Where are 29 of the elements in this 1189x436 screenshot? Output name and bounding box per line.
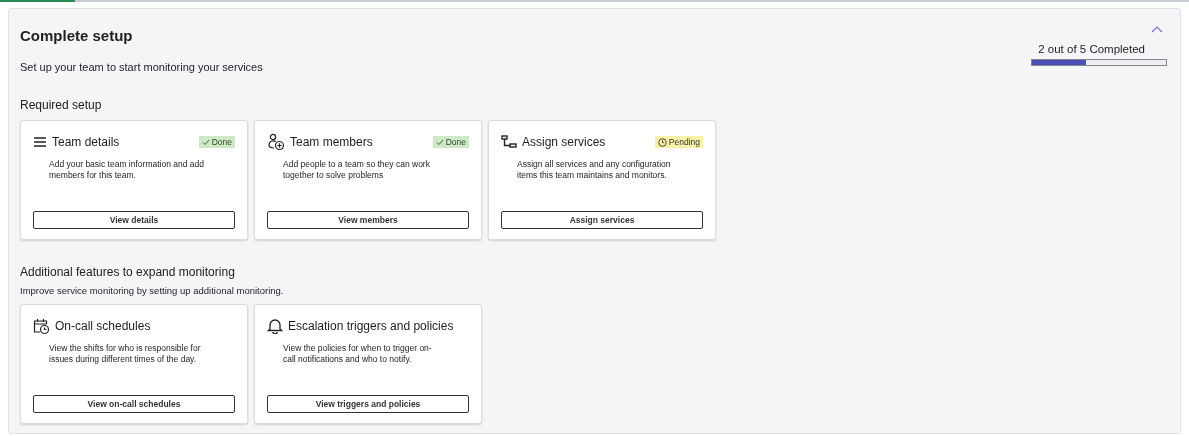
section-title: Required setup xyxy=(20,98,103,112)
progress-label: 2 out of 5 Completed xyxy=(1038,43,1145,55)
section-title: Additional features to expand monitoring xyxy=(20,265,236,279)
card-button[interactable]: Assign services xyxy=(501,211,703,229)
section-description: Improve service monitoring by setting up additional monitoring. xyxy=(20,285,285,296)
card-description: View the shifts for who is responsible for issues during different times of the day. xyxy=(49,343,202,366)
status-badge: Done xyxy=(198,136,235,148)
card-title: Assign services xyxy=(522,135,607,149)
panel-subtitle: Set up your team to start monitoring your services xyxy=(20,61,263,73)
card-button[interactable]: View members xyxy=(267,211,469,229)
card-button[interactable]: View triggers and policies xyxy=(267,395,469,413)
person-add-icon xyxy=(267,133,285,151)
card-title: Team details xyxy=(52,135,121,149)
status-badge: Pending xyxy=(654,136,703,148)
card-button[interactable]: View details xyxy=(33,211,235,229)
menu-icon xyxy=(33,135,47,149)
card-title: Escalation triggers and policies xyxy=(288,319,455,333)
hierarchy-icon xyxy=(501,135,517,149)
calendar-clock-icon xyxy=(33,317,50,335)
card-description: View the policies for when to trigger on-call notifications and who to notify. xyxy=(283,343,433,366)
card-description: Add people to a team so they can work together to solve problems xyxy=(283,159,431,182)
card-description: Add your basic team information and add members for this team. xyxy=(49,159,205,182)
status-badge: Done xyxy=(432,136,469,148)
bell-icon xyxy=(267,318,283,334)
card-description: Assign all services and any configuration items this team maintains and monitors. xyxy=(517,159,672,182)
card-button[interactable]: View on-call schedules xyxy=(33,395,235,413)
panel-title: Complete setup xyxy=(20,27,134,44)
card-title: On-call schedules xyxy=(55,319,152,333)
card-title: Team members xyxy=(290,135,374,149)
